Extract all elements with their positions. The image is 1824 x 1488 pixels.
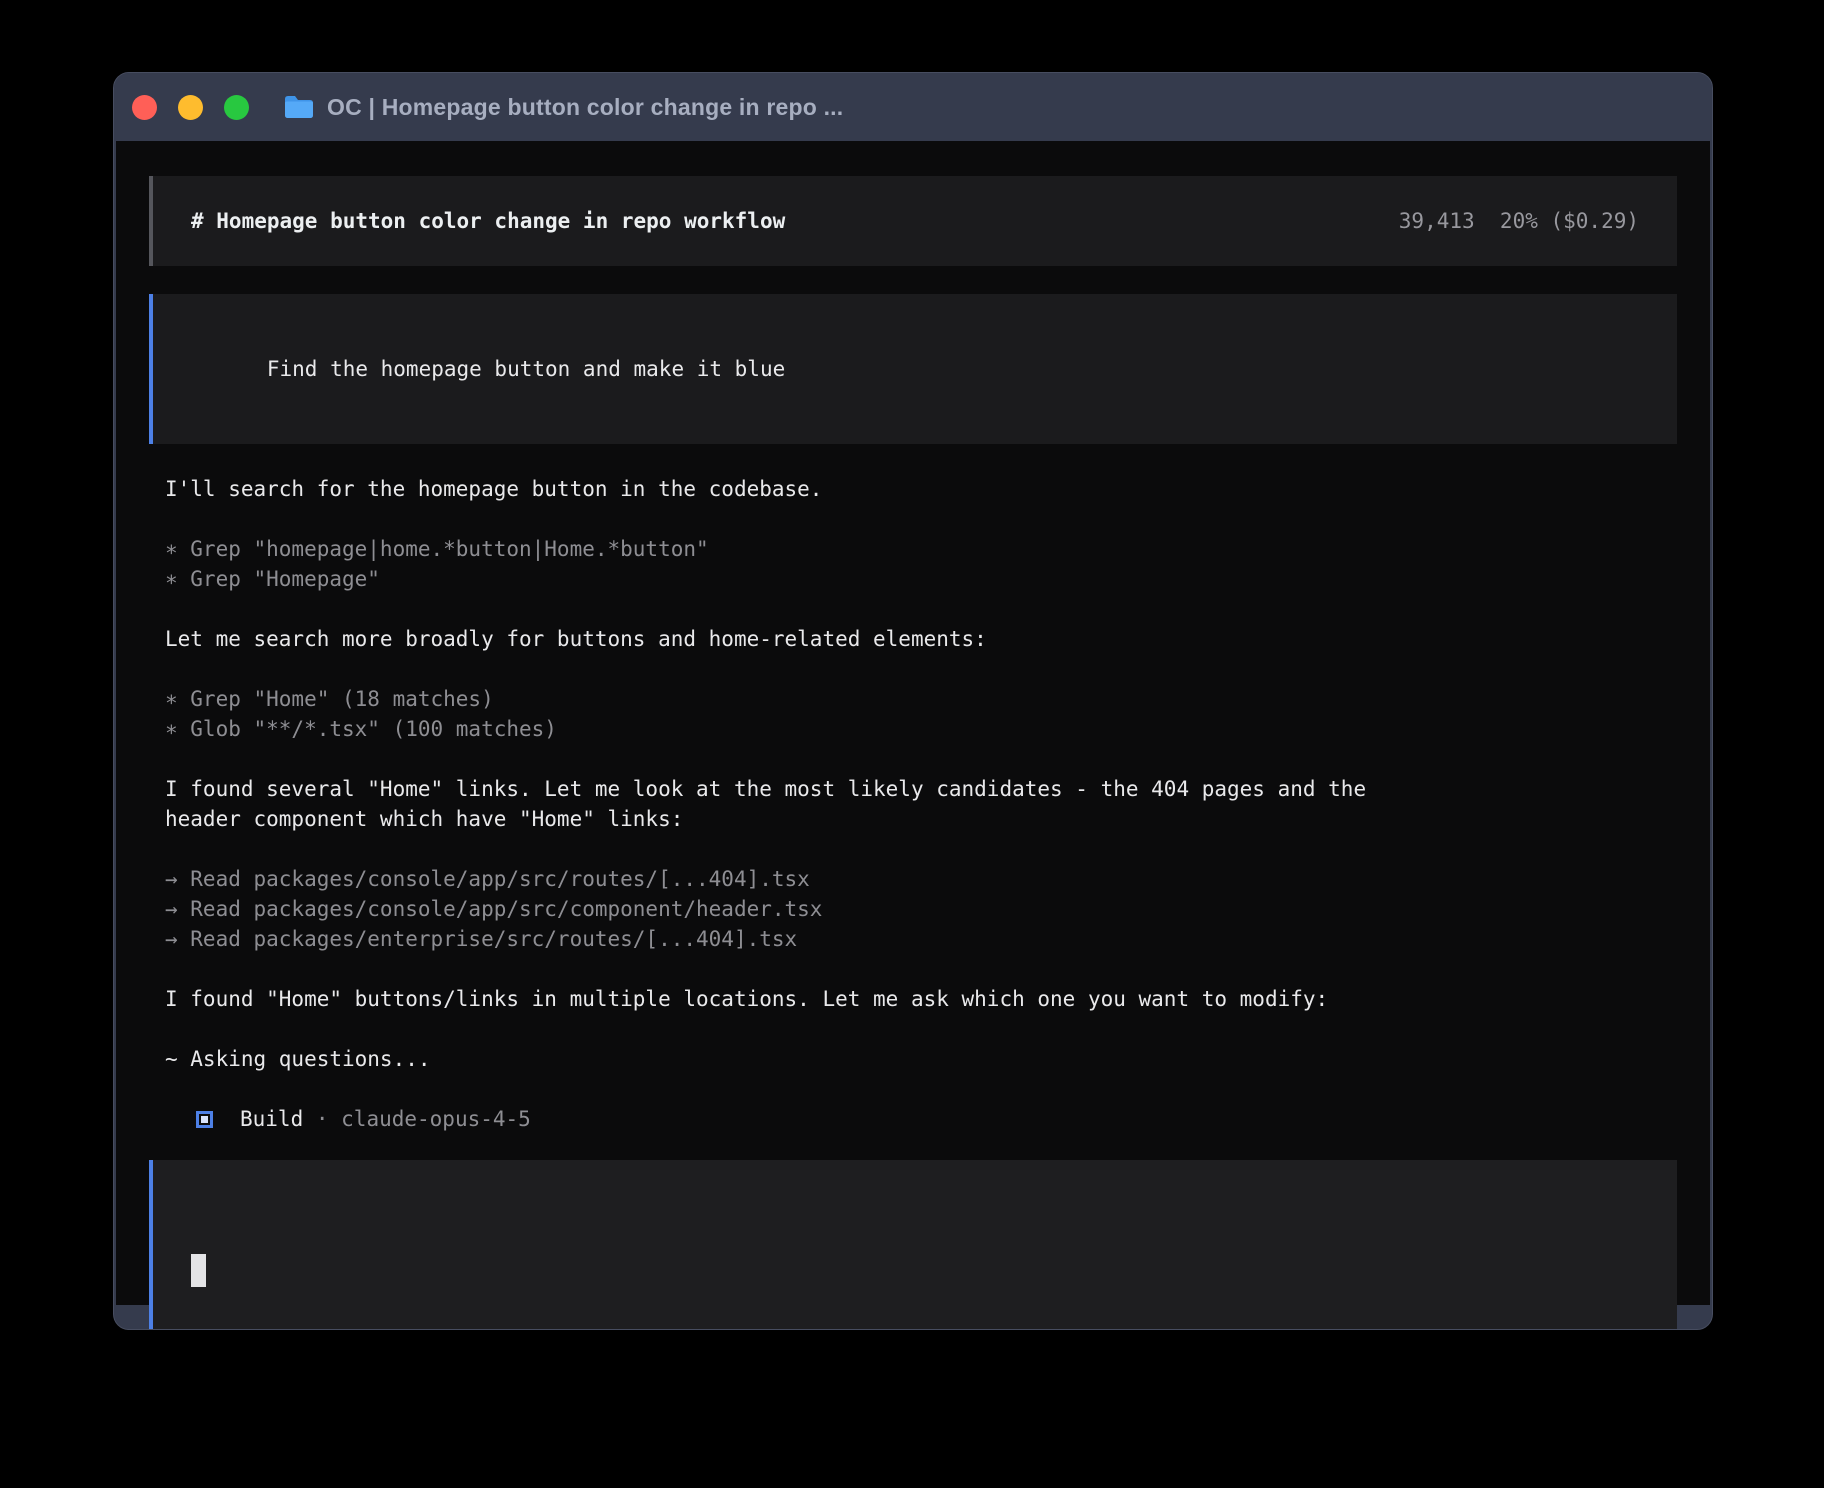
tool-call-grep-line: ∗ Grep "Home" (18 matches) (165, 684, 1677, 714)
tool-read-line: → Read packages/console/app/src/componen… (165, 894, 1677, 924)
assistant-text-line: I found "Home" buttons/links in multiple… (165, 984, 1677, 1014)
session-stats: 39,413 20% ($0.29) (1399, 206, 1639, 236)
text-cursor (191, 1254, 206, 1287)
agent-status-line: Build · claude-opus-4-5 (196, 1104, 1677, 1134)
user-message-text: Find the homepage button and make it blu… (267, 357, 785, 381)
tool-call-grep-line: ∗ Grep "Homepage" (165, 564, 1677, 594)
blank-line (165, 834, 1677, 864)
terminal-window: OC | Homepage button color change in rep… (113, 72, 1713, 1330)
agent-name: Build (240, 1104, 303, 1134)
prompt-input[interactable]: Build Claude Opus 4.5 OpenCode Zen (149, 1160, 1677, 1330)
blank-line (165, 954, 1677, 984)
tool-call-glob-line: ∗ Glob "**/*.tsx" (100 matches) (165, 714, 1677, 744)
traffic-lights (132, 95, 249, 120)
transcript: I'll search for the homepage button in t… (165, 474, 1677, 1074)
assistant-text-line: I'll search for the homepage button in t… (165, 474, 1677, 504)
folder-icon (283, 94, 315, 120)
asking-questions-line: ~ Asking questions... (165, 1044, 1677, 1074)
blank-line (165, 654, 1677, 684)
user-message: Find the homepage button and make it blu… (149, 294, 1677, 444)
blank-line (165, 1014, 1677, 1044)
assistant-text-line: Let me search more broadly for buttons a… (165, 624, 1677, 654)
tool-read-line: → Read packages/console/app/src/routes/[… (165, 864, 1677, 894)
agent-model: claude-opus-4-5 (341, 1104, 531, 1134)
assistant-text-line: header component which have "Home" links… (165, 804, 1677, 834)
session-header: # Homepage button color change in repo w… (149, 176, 1677, 266)
blank-line (165, 594, 1677, 624)
tool-read-line: → Read packages/enterprise/src/routes/[.… (165, 924, 1677, 954)
minimize-button[interactable] (178, 95, 203, 120)
terminal-content: # Homepage button color change in repo w… (116, 141, 1710, 1305)
zoom-button[interactable] (224, 95, 249, 120)
agent-separator: · (303, 1104, 341, 1134)
tool-call-grep-line: ∗ Grep "homepage|home.*button|Home.*butt… (165, 534, 1677, 564)
blank-line (165, 744, 1677, 774)
blank-line (165, 504, 1677, 534)
window-title: OC | Homepage button color change in rep… (327, 94, 843, 121)
close-button[interactable] (132, 95, 157, 120)
session-title: # Homepage button color change in repo w… (191, 206, 785, 236)
assistant-text-line: I found several "Home" links. Let me loo… (165, 774, 1677, 804)
agent-build-icon (196, 1111, 213, 1128)
titlebar[interactable]: OC | Homepage button color change in rep… (114, 73, 1712, 141)
